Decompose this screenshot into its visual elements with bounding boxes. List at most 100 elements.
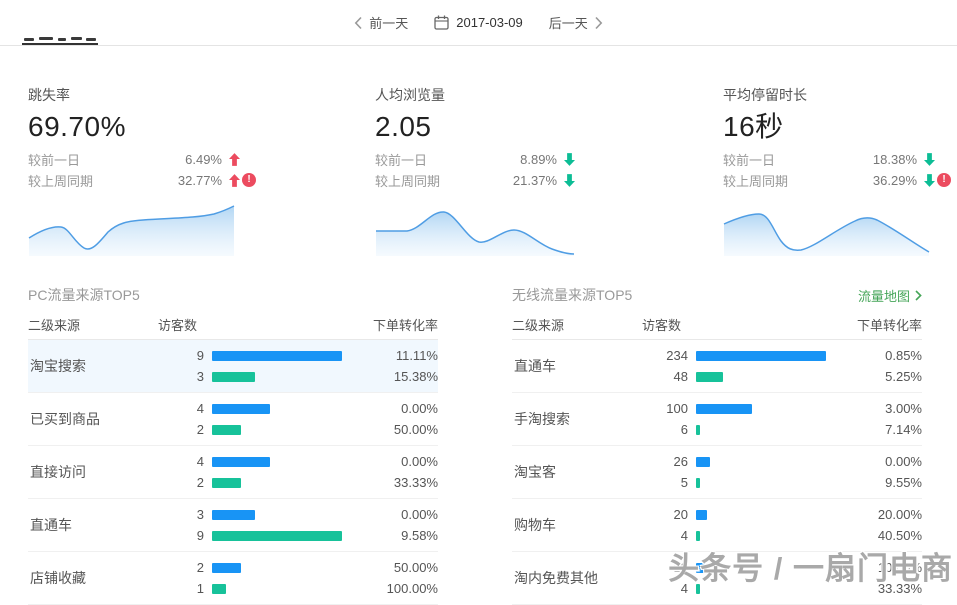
metric-value: 16秒 (723, 107, 935, 149)
visitors-count: 3 (158, 507, 204, 522)
conversion-rate: 0.00% (401, 507, 438, 522)
trend-sparkline (28, 200, 235, 256)
table-row[interactable]: 淘宝搜索9 11.11% 3 15.38% (28, 340, 438, 393)
trend-sparkline (723, 200, 930, 256)
watermark: 头条号 / 一扇门电商 (668, 543, 953, 588)
next-day-button[interactable]: 后一天 (549, 13, 603, 32)
compare-label: 较上周同期 (723, 171, 788, 190)
visitors-count: 2 (158, 560, 204, 575)
table-row[interactable]: 已买到商品40.00%250.00% (28, 393, 438, 446)
calendar-icon (434, 15, 449, 30)
buyers-bar (212, 531, 342, 541)
metric-label: 人均浏览量 (375, 85, 575, 107)
conversion-rate: 33.33% (394, 475, 438, 490)
visitors-bar (696, 351, 826, 361)
visitors-bar (212, 351, 342, 361)
compare-label: 较前一日 (723, 150, 775, 169)
visitors-count: 4 (158, 401, 204, 416)
column-conversion: 下单转化率 (373, 315, 438, 334)
metric-value: 2.05 (375, 107, 575, 149)
trend-sparkline (375, 200, 575, 256)
visitors-bar (696, 510, 707, 520)
conversion-rate: 0.00% (885, 454, 922, 469)
visitors-bar (212, 404, 270, 414)
visitors-count: 4 (642, 528, 688, 543)
buyers-bar (212, 584, 226, 594)
conversion-rate: 0.85% (885, 348, 922, 363)
column-conversion: 下单转化率 (857, 315, 922, 334)
source-label: 淘内免费其他 (512, 568, 642, 588)
buyers-bar (696, 478, 700, 488)
conversion-rate: 0.00% (401, 454, 438, 469)
column-source: 二级来源 (512, 315, 642, 334)
visitors-count: 6 (642, 422, 688, 437)
source-label: 店铺收藏 (28, 568, 158, 588)
conversion-rate: 40.50% (878, 528, 922, 543)
visitors-bar (212, 510, 255, 520)
column-visitors: 访客数 (158, 315, 278, 334)
conversion-rate: 15.38% (394, 369, 438, 384)
table-row[interactable]: 淘宝客260.00%59.55% (512, 446, 922, 499)
visitors-bar (212, 457, 270, 467)
metric-card-stay-duration: 平均停留时长 16秒 较前一日 18.38% ! 较上周同期 36.29% ! (723, 85, 935, 256)
source-label: 已买到商品 (28, 409, 158, 429)
visitors-count: 26 (642, 454, 688, 469)
source-label: 淘宝搜索 (28, 356, 158, 376)
metric-value: 69.70% (28, 107, 240, 149)
visitors-count: 48 (642, 369, 688, 384)
traffic-map-link[interactable]: 流量地图 (858, 286, 922, 305)
compare-value: 8.89% (520, 152, 557, 167)
table-row[interactable]: 店铺收藏250.00%1100.00% (28, 552, 438, 605)
source-label: 淘宝客 (512, 462, 642, 482)
compare-label: 较前一日 (28, 150, 80, 169)
conversion-rate: 11.11% (396, 348, 438, 363)
visitors-bar (696, 457, 710, 467)
buyers-bar (212, 478, 241, 488)
compare-label: 较上周同期 (28, 171, 93, 190)
compare-label: 较上周同期 (375, 171, 440, 190)
visitors-count: 5 (642, 475, 688, 490)
prev-day-button[interactable]: 前一天 (354, 13, 408, 32)
buyers-bar (212, 425, 241, 435)
metric-card-page-views: 人均浏览量 2.05 较前一日 8.89% ! 较上周同期 21.37% ! (375, 85, 575, 256)
source-label: 手淘搜索 (512, 409, 642, 429)
visitors-count: 1 (158, 581, 204, 596)
visitors-count: 3 (158, 369, 204, 384)
conversion-rate: 50.00% (394, 422, 438, 437)
conversion-rate: 9.58% (401, 528, 438, 543)
alert-icon: ! (242, 173, 256, 187)
buyers-bar (696, 372, 723, 382)
traffic-map-label: 流量地图 (858, 286, 910, 305)
conversion-rate: 7.14% (885, 422, 922, 437)
visitors-count: 9 (158, 348, 204, 363)
pc-traffic-table: PC流量来源TOP5 二级来源 访客数 下单转化率 淘宝搜索911.11%315… (28, 283, 438, 605)
visitors-count: 2 (158, 422, 204, 437)
metric-card-bounce-rate: 跳失率 69.70% 较前一日 6.49% ! 较上周同期 32.77% ! (28, 85, 240, 256)
chevron-right-icon (594, 16, 603, 30)
compare-value: 36.29% (873, 173, 917, 188)
table-row[interactable]: 手淘搜索1003.00%67.14% (512, 393, 922, 446)
column-visitors: 访客数 (642, 315, 762, 334)
chevron-right-icon (915, 290, 922, 301)
date-picker[interactable]: 2017-03-09 (434, 15, 523, 30)
arrow-icon (917, 153, 935, 166)
table-row[interactable]: 直通车2340.85%485.25% (512, 340, 922, 393)
arrow-icon (222, 153, 240, 166)
table-row[interactable]: 直通车30.00%99.58% (28, 499, 438, 552)
conversion-rate: 3.00% (885, 401, 922, 416)
arrow-icon (557, 174, 575, 187)
conversion-rate: 5.25% (885, 369, 922, 384)
compare-value: 32.77% (178, 173, 222, 188)
visitors-count: 2 (158, 475, 204, 490)
visitors-count: 9 (158, 528, 204, 543)
compare-value: 18.38% (873, 152, 917, 167)
visitors-count: 20 (642, 507, 688, 522)
metric-label: 平均停留时长 (723, 85, 935, 107)
compare-value: 6.49% (185, 152, 222, 167)
prev-day-label: 前一天 (369, 13, 408, 32)
table-row[interactable]: 直接访问40.00%233.33% (28, 446, 438, 499)
chevron-left-icon (354, 16, 363, 30)
metric-label: 跳失率 (28, 85, 240, 107)
next-day-label: 后一天 (549, 13, 588, 32)
visitors-bar (212, 563, 241, 573)
